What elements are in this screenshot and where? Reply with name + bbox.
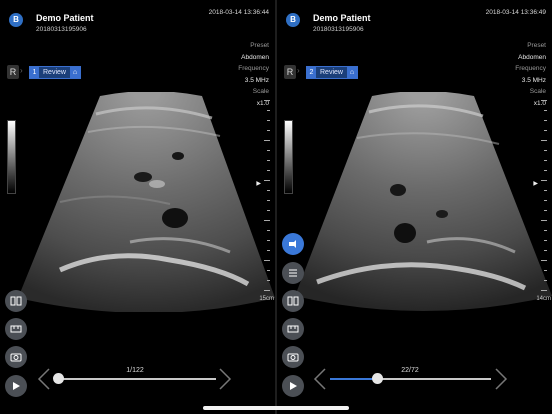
exam-datetime: 2018-03-14 13:36:44 xyxy=(208,9,269,16)
play-button[interactable] xyxy=(5,375,27,397)
review-index: 2 xyxy=(307,67,316,78)
focus-marker-icon: ▶ xyxy=(256,181,261,187)
menu-icon xyxy=(289,269,297,277)
measure-button[interactable] xyxy=(5,318,27,340)
r-button[interactable]: R xyxy=(7,65,19,79)
lock-icon: ⌂ xyxy=(69,67,80,78)
previous-frame-button[interactable] xyxy=(34,366,54,392)
camera-icon xyxy=(10,353,22,362)
frame-counter: 1/122 xyxy=(126,367,144,374)
camera-icon xyxy=(287,353,299,362)
frame-slider[interactable] xyxy=(330,378,491,380)
param-value: 3.5 MHz xyxy=(521,76,546,84)
param-label: Preset xyxy=(527,42,546,49)
chevron-right-icon: › xyxy=(297,66,300,75)
frame-slider-fill xyxy=(330,378,377,380)
param-label: Frequency xyxy=(515,65,546,72)
camera-button[interactable] xyxy=(5,346,27,368)
home-indicator[interactable] xyxy=(203,406,349,410)
patient-name: Demo Patient xyxy=(313,13,371,23)
menu-button[interactable] xyxy=(282,262,304,284)
param-value: Abdomen xyxy=(241,53,269,61)
next-frame-button[interactable] xyxy=(491,366,511,392)
play-icon xyxy=(13,382,20,390)
annotation-icon xyxy=(289,240,296,248)
ultrasound-image xyxy=(18,92,275,312)
focus-marker-icon: ▶ xyxy=(533,181,538,187)
camera-button[interactable] xyxy=(282,346,304,368)
review-label: Review xyxy=(39,67,70,78)
compare-view-icon xyxy=(287,296,299,306)
frame-slider-thumb[interactable] xyxy=(53,373,64,384)
previous-frame-button[interactable] xyxy=(310,366,330,392)
viewer-pane-2: B Demo Patient 20180313195906 2018-03-14… xyxy=(277,0,552,414)
frame-counter: 22/72 xyxy=(401,367,419,374)
param-label: Frequency xyxy=(238,65,269,72)
measure-button[interactable] xyxy=(282,318,304,340)
compare-view-button[interactable] xyxy=(282,290,304,312)
brand-logo-icon: B xyxy=(286,13,300,27)
review-tag[interactable]: 1 Review ⌂ xyxy=(29,66,81,79)
depth-label: 15cm xyxy=(259,296,274,302)
viewer-pane-1: B Demo Patient 20180313195906 2018-03-14… xyxy=(0,0,275,414)
play-icon xyxy=(290,382,297,390)
ultrasound-image xyxy=(295,92,552,311)
param-label: Preset xyxy=(250,42,269,49)
next-frame-button[interactable] xyxy=(215,366,235,392)
param-value: Abdomen xyxy=(518,53,546,61)
review-tag[interactable]: 2 Review ⌂ xyxy=(306,66,358,79)
param-value: 3.5 MHz xyxy=(244,76,269,84)
r-button[interactable]: R xyxy=(284,65,296,79)
measure-icon xyxy=(287,325,299,333)
compare-view-icon xyxy=(10,296,22,306)
measure-icon xyxy=(10,325,22,333)
annotation-button[interactable] xyxy=(282,233,304,255)
frame-slider[interactable] xyxy=(58,378,216,380)
patient-id: 20180313195906 xyxy=(36,26,87,33)
depth-label: 14cm xyxy=(536,296,551,302)
exam-datetime: 2018-03-14 13:36:49 xyxy=(485,9,546,16)
depth-scale xyxy=(263,100,273,305)
frame-slider-thumb[interactable] xyxy=(371,373,383,384)
brand-logo-icon: B xyxy=(9,13,23,27)
review-index: 1 xyxy=(30,67,39,78)
compare-view-button[interactable] xyxy=(5,290,27,312)
patient-id: 20180313195906 xyxy=(313,26,364,33)
chevron-right-icon: › xyxy=(20,66,23,75)
patient-name: Demo Patient xyxy=(36,13,94,23)
play-button[interactable] xyxy=(282,375,304,397)
review-label: Review xyxy=(316,67,347,78)
depth-scale xyxy=(540,100,550,305)
lock-icon: ⌂ xyxy=(346,67,357,78)
